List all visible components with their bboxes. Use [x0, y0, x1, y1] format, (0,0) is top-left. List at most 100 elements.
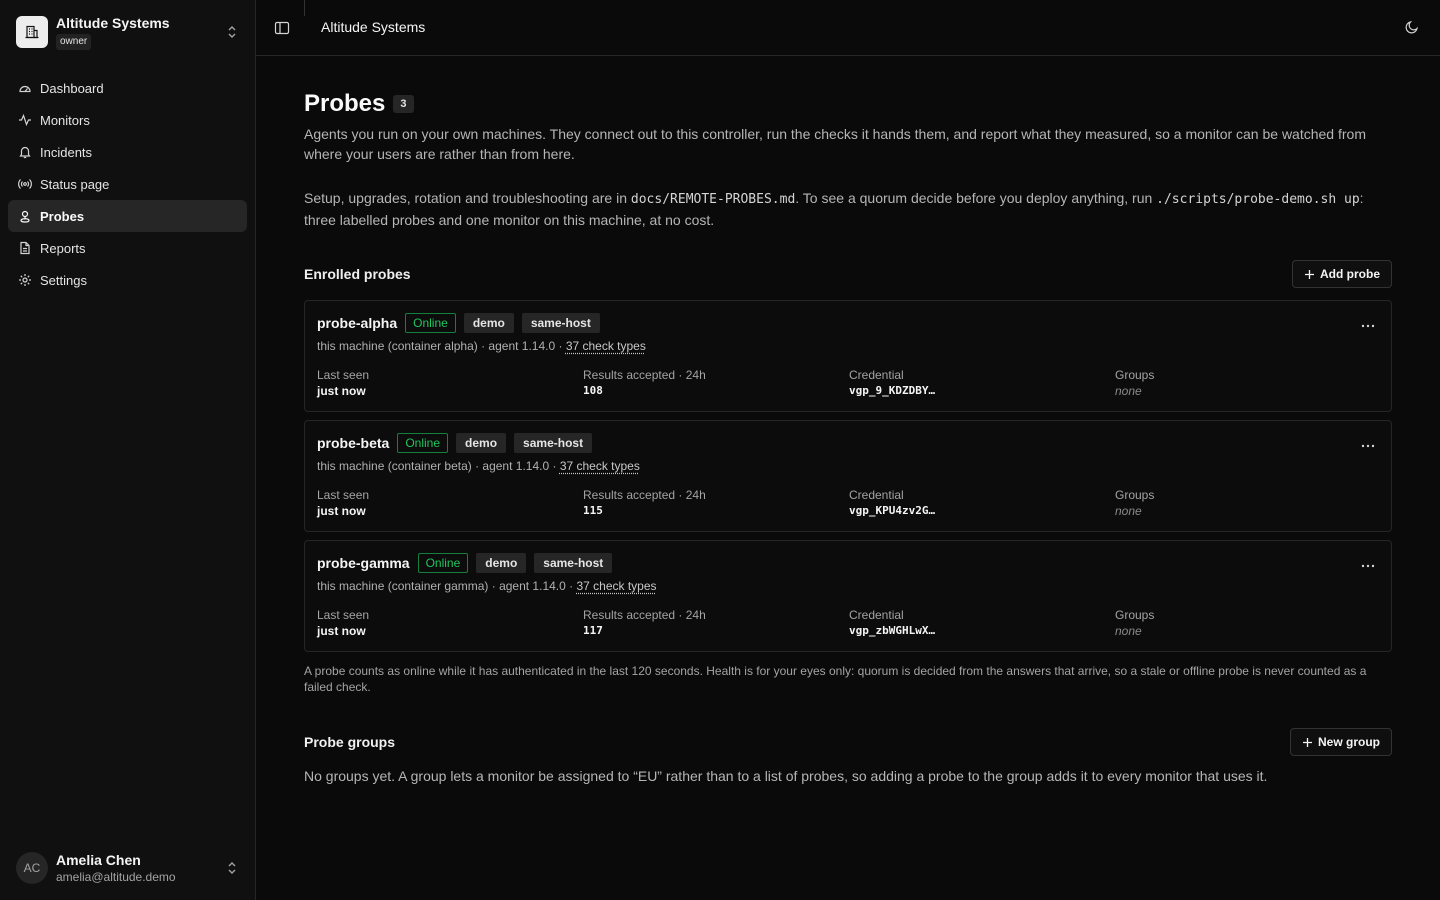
stat-label: Last seen: [317, 368, 370, 382]
sidebar-item-settings[interactable]: Settings: [8, 264, 247, 296]
doc-path: docs/REMOTE-PROBES.md: [630, 192, 796, 207]
groups-value: none: [1115, 624, 1142, 638]
probe-meta: this machine (container gamma) · agent 1…: [317, 579, 657, 593]
stat-label: Results accepted · 24h: [583, 368, 706, 382]
last-seen-value: just now: [317, 504, 366, 518]
plus-icon: [1305, 269, 1314, 279]
check-types-link[interactable]: 37 check types: [576, 579, 656, 593]
moon-icon[interactable]: [1404, 19, 1420, 35]
user-name: Amelia Chen: [56, 851, 141, 868]
check-types-link[interactable]: 37 check types: [560, 459, 640, 473]
sidebar-item-probes[interactable]: Probes: [8, 200, 247, 232]
building-icon: [16, 16, 48, 48]
sidebar-toggle-icon[interactable]: [274, 20, 290, 36]
tag-badge: demo: [456, 433, 507, 453]
stat-label: Last seen: [317, 488, 370, 502]
groups-value: none: [1115, 384, 1142, 398]
setup-note: Setup, upgrades, rotation and troublesho…: [304, 188, 1394, 230]
sidebar-item-status-page[interactable]: Status page: [8, 168, 247, 200]
groups-value: none: [1115, 504, 1142, 518]
section-title: Enrolled probes: [304, 266, 411, 282]
org-role-badge: owner: [56, 34, 92, 50]
sidebar-nav: Dashboard Monitors Incidents Status page…: [8, 72, 247, 296]
section-title: Probe groups: [304, 734, 396, 750]
page-title: Probes: [304, 90, 386, 117]
probe-count-badge: 3: [393, 95, 414, 113]
ellipsis-icon: [1361, 444, 1375, 448]
page-intro: Agents you run on your own machines. The…: [304, 126, 1366, 162]
check-types-link[interactable]: 37 check types: [566, 339, 646, 353]
sidebar-item-monitors[interactable]: Monitors: [8, 104, 247, 136]
probe-meta-text: this machine (container alpha) · agent 1…: [317, 339, 566, 353]
probe-meta-text: this machine (container gamma) · agent 1…: [317, 579, 577, 593]
more-menu-button[interactable]: [1359, 437, 1377, 455]
avatar: AC: [16, 852, 48, 884]
tag-badge: demo: [476, 553, 527, 573]
credential-value: vgp_KPU4zv2G…: [849, 504, 936, 517]
probes-footnote: A probe counts as online while it has au…: [304, 664, 1367, 694]
user-email: amelia@altitude.demo: [56, 869, 176, 884]
chevrons-up-down-icon: [228, 862, 236, 874]
sidebar-item-incidents[interactable]: Incidents: [8, 136, 247, 168]
sidebar-item-reports[interactable]: Reports: [8, 232, 247, 264]
more-menu-button[interactable]: [1359, 317, 1377, 335]
sidebar-item-label: Settings: [40, 272, 87, 288]
probe-groups-header: Probe groups New group: [304, 728, 1392, 756]
plus-icon: [1303, 737, 1312, 747]
probe-card: probe-beta Online demo same-host this ma…: [304, 420, 1392, 532]
credential-value: vgp_zbWGHLwX…: [849, 624, 936, 637]
setup-text: Setup, upgrades, rotation and troublesho…: [304, 190, 631, 206]
add-probe-button[interactable]: Add probe: [1292, 260, 1392, 288]
stat-label: Groups: [1115, 368, 1155, 382]
sidebar-item-label: Dashboard: [40, 80, 104, 96]
user-menu[interactable]: AC Amelia Chen amelia@altitude.demo: [8, 844, 248, 892]
tag-badge: same-host: [521, 313, 600, 333]
stat-label: Credential: [849, 608, 904, 622]
stat-label: Credential: [849, 368, 904, 382]
bell-icon: [19, 146, 31, 159]
probe-card: probe-alpha Online demo same-host this m…: [304, 300, 1392, 412]
probe-meta: this machine (container alpha) · agent 1…: [317, 339, 646, 353]
chevrons-up-down-icon: [228, 26, 236, 38]
setup-text: . To see a quorum decide before you depl…: [795, 190, 1157, 206]
sidebar-item-dashboard[interactable]: Dashboard: [8, 72, 247, 104]
groups-empty-state: No groups yet. A group lets a monitor be…: [304, 768, 1268, 784]
sidebar-item-label: Incidents: [40, 144, 93, 160]
probe-meta: this machine (container beta) · agent 1.…: [317, 459, 640, 473]
sidebar: Altitude Systems owner Dashboard Monitor…: [0, 0, 256, 900]
last-seen-value: just now: [317, 624, 366, 638]
activity-icon: [19, 113, 31, 127]
probe-name: probe-gamma: [317, 555, 410, 571]
sidebar-item-label: Status page: [40, 176, 110, 192]
results-value: 117: [583, 624, 603, 637]
demo-script: ./scripts/probe-demo.sh up: [1156, 192, 1360, 207]
probe-card: probe-gamma Online demo same-host this m…: [304, 540, 1392, 652]
tag-badge: same-host: [534, 553, 613, 573]
top-header: Altitude Systems: [256, 0, 1440, 56]
new-group-button[interactable]: New group: [1290, 728, 1392, 756]
map-pin-icon: [20, 210, 30, 223]
stat-label: Last seen: [317, 608, 370, 622]
gauge-icon: [19, 85, 31, 93]
tag-badge: same-host: [514, 433, 593, 453]
radio-icon: [18, 179, 32, 189]
stat-label: Results accepted · 24h: [583, 608, 706, 622]
header-divider: [304, 0, 305, 16]
button-label: New group: [1318, 735, 1380, 749]
status-badge: Online: [405, 313, 456, 333]
credential-value: vgp_9_KDZDBY…: [849, 384, 936, 397]
results-value: 108: [583, 384, 603, 397]
sidebar-item-label: Probes: [40, 208, 85, 224]
org-switcher[interactable]: Altitude Systems owner: [8, 8, 248, 56]
last-seen-value: just now: [317, 384, 366, 398]
more-menu-button[interactable]: [1359, 557, 1377, 575]
probe-meta-text: this machine (container beta) · agent 1.…: [317, 459, 560, 473]
stat-label: Groups: [1115, 488, 1155, 502]
enrolled-probes-header: Enrolled probes Add probe: [304, 260, 1392, 288]
results-value: 115: [583, 504, 603, 517]
sidebar-item-label: Reports: [40, 240, 86, 256]
gear-icon: [19, 274, 31, 286]
status-badge: Online: [397, 433, 449, 453]
stat-label: Results accepted · 24h: [583, 488, 706, 502]
status-badge: Online: [417, 553, 469, 573]
